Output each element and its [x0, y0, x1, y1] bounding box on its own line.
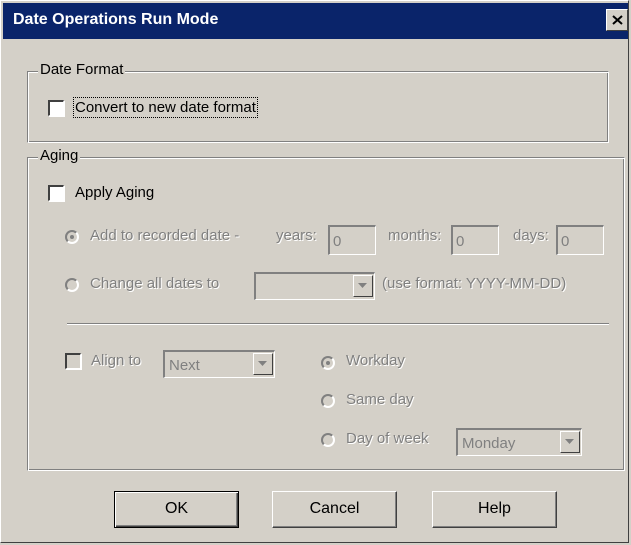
chevron-down-icon — [565, 439, 574, 444]
add-to-recorded-date-radio[interactable] — [65, 230, 79, 244]
aging-group — [27, 157, 625, 471]
align-to-label[interactable]: Align to — [91, 352, 141, 369]
day-of-week-dropdown-button[interactable] — [560, 431, 580, 453]
workday-label[interactable]: Workday — [346, 352, 405, 369]
convert-date-format-checkbox[interactable] — [48, 100, 64, 116]
years-label: years: — [276, 227, 317, 244]
align-to-checkbox[interactable] — [65, 353, 81, 369]
change-all-dates-label[interactable]: Change all dates to — [90, 275, 219, 292]
day-of-week-combo[interactable]: Monday — [456, 428, 582, 456]
same-day-radio[interactable] — [321, 394, 335, 408]
title-bar: Date Operations Run Mode — [3, 3, 628, 39]
chevron-down-icon — [258, 361, 267, 366]
close-button[interactable] — [606, 9, 628, 31]
days-input[interactable]: 0 — [556, 225, 604, 255]
change-all-dates-dropdown-button[interactable] — [353, 275, 373, 297]
day-of-week-value: Monday — [462, 435, 516, 452]
align-to-dropdown-button[interactable] — [253, 353, 273, 375]
day-of-week-radio[interactable] — [321, 433, 335, 447]
align-to-value: Next — [169, 357, 200, 374]
months-label: months: — [388, 227, 442, 244]
align-to-combo[interactable]: Next — [163, 350, 275, 378]
change-all-dates-radio[interactable] — [65, 278, 79, 292]
days-label: days: — [513, 227, 549, 244]
convert-date-format-label[interactable]: Convert to new date format — [73, 97, 258, 118]
chevron-down-icon — [358, 283, 367, 288]
help-button[interactable]: Help — [432, 491, 557, 528]
ok-button[interactable]: OK — [114, 491, 239, 528]
workday-radio[interactable] — [321, 356, 335, 370]
add-to-recorded-date-label[interactable]: Add to recorded date - — [90, 227, 239, 244]
months-input[interactable]: 0 — [451, 225, 499, 255]
day-of-week-label[interactable]: Day of week — [346, 430, 429, 447]
same-day-label[interactable]: Same day — [346, 391, 414, 408]
years-input[interactable]: 0 — [328, 225, 376, 255]
aging-group-label: Aging — [38, 147, 81, 164]
apply-aging-checkbox[interactable] — [48, 185, 64, 201]
date-format-hint: (use format: YYYY-MM-DD) — [382, 275, 567, 292]
change-all-dates-combo[interactable] — [254, 272, 375, 300]
cancel-button[interactable]: Cancel — [272, 491, 397, 528]
apply-aging-label[interactable]: Apply Aging — [75, 184, 154, 201]
window-title: Date Operations Run Mode — [13, 11, 219, 28]
date-operations-dialog: Date Operations Run Mode Date Format Con… — [0, 0, 629, 543]
date-format-group-label: Date Format — [38, 61, 126, 78]
separator — [67, 323, 609, 325]
close-icon — [612, 15, 623, 25]
